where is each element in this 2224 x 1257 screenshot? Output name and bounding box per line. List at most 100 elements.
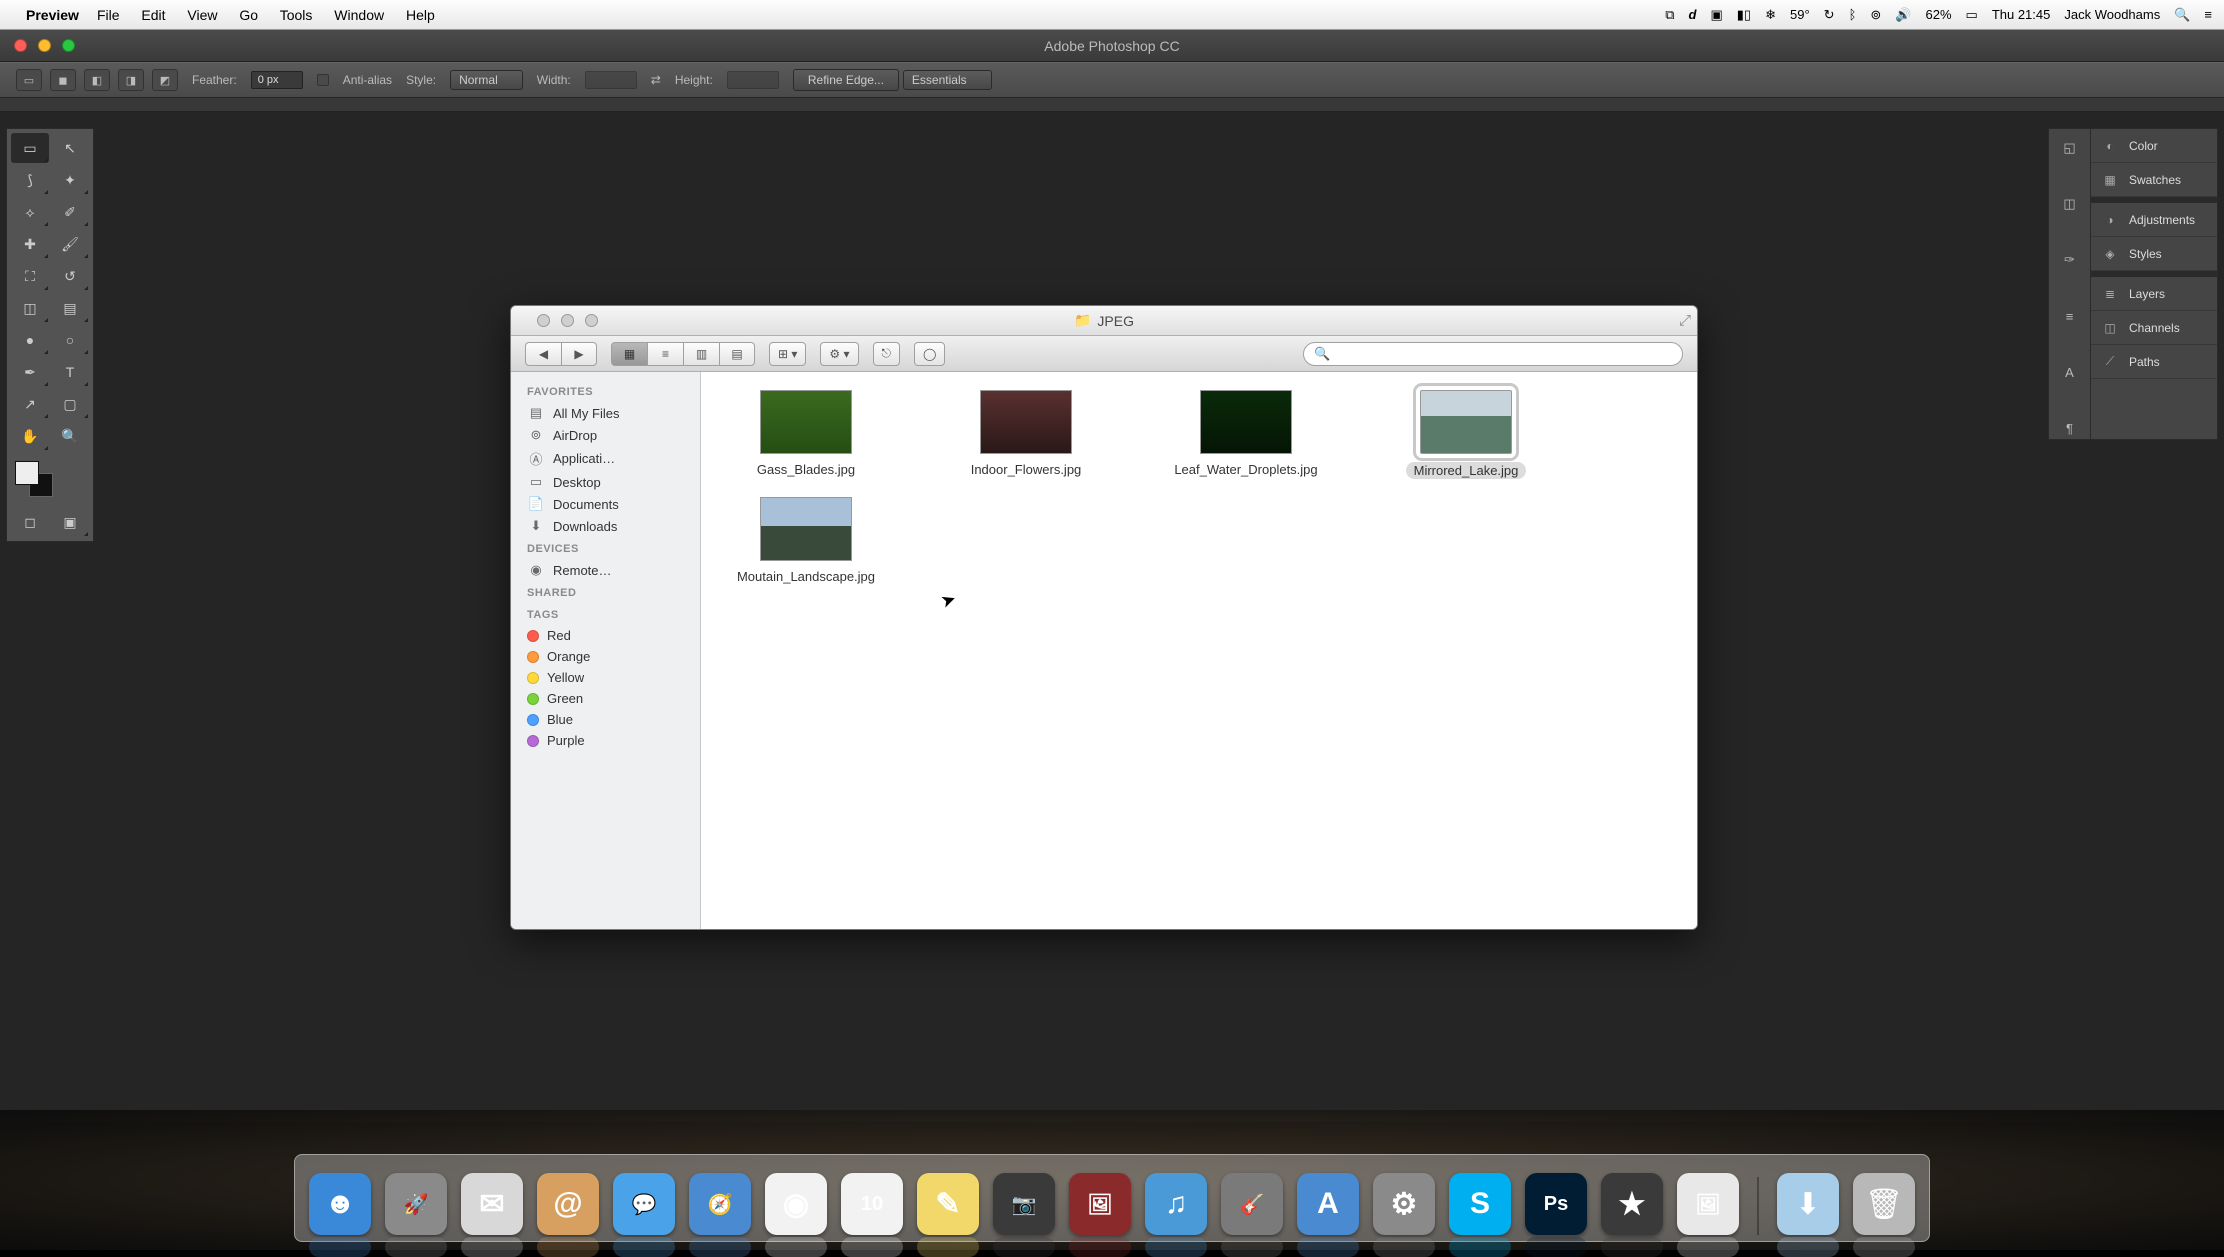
close-button[interactable] bbox=[14, 39, 27, 52]
brush-panel-icon[interactable]: ✑ bbox=[2059, 249, 2081, 271]
eraser-tool[interactable]: ◫ bbox=[11, 293, 49, 323]
sidebar-tag-purple[interactable]: Purple bbox=[511, 730, 700, 751]
dock-mail[interactable]: ✉ bbox=[461, 1173, 523, 1235]
sidebar-airdrop[interactable]: ⊚AirDrop bbox=[511, 424, 700, 446]
weather-icon[interactable]: ❄ bbox=[1765, 7, 1776, 23]
file-item[interactable]: Leaf_Water_Droplets.jpg bbox=[1151, 390, 1341, 479]
panel-paths[interactable]: ⟋Paths bbox=[2091, 345, 2217, 379]
sidebar-remote-disc[interactable]: ◉Remote… bbox=[511, 559, 700, 581]
finder-window[interactable]: 📁 JPEG ⤢ ◀ ▶ ▦ ≡ ▥ ▤ ⊞ ▾ bbox=[510, 305, 1698, 930]
fullscreen-button[interactable]: ⤢ bbox=[1679, 312, 1691, 329]
crop-tool[interactable]: ⟡ bbox=[11, 197, 49, 227]
battery-icon[interactable]: ▭ bbox=[1966, 7, 1978, 23]
forward-button[interactable]: ▶ bbox=[561, 342, 597, 366]
marquee-tool[interactable]: ▭ bbox=[11, 133, 49, 163]
history-brush-tool[interactable]: ↺ bbox=[51, 261, 89, 291]
notifications-icon[interactable]: ≡ bbox=[2204, 7, 2212, 22]
bluetooth-icon[interactable]: ᛒ bbox=[1849, 7, 1857, 22]
menu-go[interactable]: Go bbox=[239, 7, 258, 23]
dock-launchpad[interactable]: 🚀 bbox=[385, 1173, 447, 1235]
airplay-icon[interactable]: ▣ bbox=[1710, 7, 1722, 23]
panel-swatches[interactable]: ▦Swatches bbox=[2091, 163, 2217, 197]
new-selection-button[interactable]: ◼ bbox=[50, 69, 76, 91]
dock-downloads[interactable]: ⬇ bbox=[1777, 1173, 1839, 1235]
dodge-tool[interactable]: ○ bbox=[51, 325, 89, 355]
dock-facetime[interactable]: 📷 bbox=[993, 1173, 1055, 1235]
eyedropper-tool[interactable]: ✐ bbox=[51, 197, 89, 227]
file-item[interactable]: Mirrored_Lake.jpg bbox=[1371, 390, 1561, 479]
pen-tool[interactable]: ✒ bbox=[11, 357, 49, 387]
file-item[interactable]: Gass_Blades.jpg bbox=[711, 390, 901, 479]
lasso-tool[interactable]: ⟆ bbox=[11, 165, 49, 195]
height-input[interactable] bbox=[727, 71, 779, 89]
screencast-icon[interactable]: ⧉ bbox=[1665, 7, 1674, 23]
path-tool[interactable]: ↗ bbox=[11, 389, 49, 419]
battery-percent[interactable]: 62% bbox=[1925, 7, 1951, 22]
list-view-button[interactable]: ≡ bbox=[647, 342, 683, 366]
battery-widget-icon[interactable]: ▮▯ bbox=[1737, 7, 1751, 23]
clock[interactable]: Thu 21:45 bbox=[1992, 7, 2051, 22]
finder-minimize-button[interactable] bbox=[561, 314, 574, 327]
foreground-color[interactable] bbox=[15, 461, 39, 485]
file-item[interactable]: Indoor_Flowers.jpg bbox=[931, 390, 1121, 479]
sidebar-desktop[interactable]: ▭Desktop bbox=[511, 471, 700, 493]
timemachine-icon[interactable]: ↻ bbox=[1824, 7, 1835, 23]
back-button[interactable]: ◀ bbox=[525, 342, 561, 366]
dock-calendar[interactable]: 10 bbox=[841, 1173, 903, 1235]
sidebar-tag-red[interactable]: Red bbox=[511, 625, 700, 646]
sidebar-all-my-files[interactable]: ▤All My Files bbox=[511, 402, 700, 424]
finder-titlebar[interactable]: 📁 JPEG ⤢ bbox=[511, 306, 1697, 336]
move-tool[interactable]: ↖ bbox=[51, 133, 89, 163]
add-selection-button[interactable]: ◧ bbox=[84, 69, 110, 91]
character-panel-icon[interactable]: A bbox=[2059, 361, 2081, 383]
swap-icon[interactable]: ⇄ bbox=[651, 73, 661, 87]
tool-preset-button[interactable]: ▭ bbox=[16, 69, 42, 91]
brush-presets-icon[interactable]: ≡ bbox=[2059, 305, 2081, 327]
shape-tool[interactable]: ▢ bbox=[51, 389, 89, 419]
panel-color[interactable]: ◐Color bbox=[2091, 129, 2217, 163]
file-item[interactable]: Moutain_Landscape.jpg bbox=[711, 497, 901, 584]
tags-button[interactable]: ◯ bbox=[914, 342, 945, 366]
sidebar-applications[interactable]: ⒶApplicati… bbox=[511, 446, 700, 471]
sidebar-documents[interactable]: 📄Documents bbox=[511, 493, 700, 515]
intersect-selection-button[interactable]: ◩ bbox=[152, 69, 178, 91]
app-menu[interactable]: Preview bbox=[26, 7, 79, 23]
antialias-checkbox[interactable] bbox=[317, 74, 329, 86]
column-view-button[interactable]: ▥ bbox=[683, 342, 719, 366]
type-tool[interactable]: T bbox=[51, 357, 89, 387]
dock-garageband[interactable]: 🎸 bbox=[1221, 1173, 1283, 1235]
feather-input[interactable] bbox=[251, 71, 303, 89]
menu-view[interactable]: View bbox=[187, 7, 217, 23]
menu-window[interactable]: Window bbox=[334, 7, 384, 23]
arrange-button[interactable]: ⊞ ▾ bbox=[769, 342, 806, 366]
dock-imovie[interactable]: ★ bbox=[1601, 1173, 1663, 1235]
blur-tool[interactable]: ● bbox=[11, 325, 49, 355]
dock-finder[interactable]: ☻ bbox=[309, 1173, 371, 1235]
history-panel-icon[interactable]: ◱ bbox=[2059, 137, 2081, 159]
sidebar-tag-blue[interactable]: Blue bbox=[511, 709, 700, 730]
wand-tool[interactable]: ✦ bbox=[51, 165, 89, 195]
workspace-select[interactable]: Essentials bbox=[903, 70, 992, 90]
coverflow-view-button[interactable]: ▤ bbox=[719, 342, 755, 366]
search-field[interactable]: 🔍 bbox=[1303, 342, 1683, 366]
menu-edit[interactable]: Edit bbox=[141, 7, 165, 23]
menu-file[interactable]: File bbox=[97, 7, 120, 23]
finder-zoom-button[interactable] bbox=[585, 314, 598, 327]
screenmode-button[interactable]: ▣ bbox=[51, 507, 89, 537]
minimize-button[interactable] bbox=[38, 39, 51, 52]
dock-photoshop[interactable]: Ps bbox=[1525, 1173, 1587, 1235]
sidebar-tag-green[interactable]: Green bbox=[511, 688, 700, 709]
menu-tools[interactable]: Tools bbox=[280, 7, 313, 23]
hand-tool[interactable]: ✋ bbox=[11, 421, 49, 451]
panel-layers[interactable]: ≣Layers bbox=[2091, 277, 2217, 311]
dock-iphoto[interactable]: 🖼 bbox=[1069, 1173, 1131, 1235]
dock-trash[interactable]: 🗑 bbox=[1853, 1173, 1915, 1235]
ps-titlebar[interactable]: Adobe Photoshop CC bbox=[0, 30, 2224, 62]
panel-channels[interactable]: ◫Channels bbox=[2091, 311, 2217, 345]
dock-appstore[interactable]: A bbox=[1297, 1173, 1359, 1235]
sidebar-downloads[interactable]: ⬇Downloads bbox=[511, 515, 700, 537]
dock-notes[interactable]: ✎ bbox=[917, 1173, 979, 1235]
user-menu[interactable]: Jack Woodhams bbox=[2064, 7, 2160, 22]
refine-edge-button[interactable]: Refine Edge... bbox=[793, 69, 899, 91]
brush-tool[interactable]: 🖌 bbox=[51, 229, 89, 259]
